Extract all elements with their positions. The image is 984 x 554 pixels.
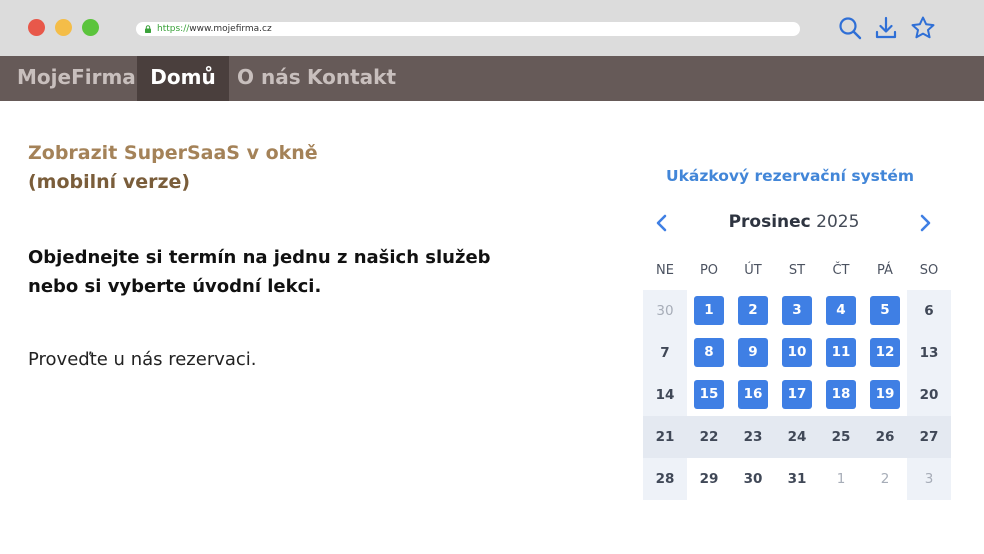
calendar-day-number: 11 [826,338,856,367]
calendar-day: 30 [656,303,674,319]
weekday-label: ČT [832,263,850,278]
weekday-label: SO [919,263,939,278]
calendar-day-available[interactable]: 3 [775,290,819,332]
calendar-day-available[interactable]: 4 [819,290,863,332]
nav-item-about[interactable]: O nás [237,56,301,101]
weekday-label: NE [656,263,674,278]
site-nav: MojeFirma Domů O nás Kontakt [0,56,984,101]
search-icon[interactable] [837,15,863,41]
calendar-day[interactable]: 6 [907,290,951,332]
calendar-day-number: 2 [738,296,768,325]
page-heading: Zobrazit SuperSaaS v okně (mobilní verze… [28,139,318,197]
calendar-day-available[interactable]: 18 [819,374,863,416]
calendar-day-available[interactable]: 1 [687,290,731,332]
page-heading-line2: (mobilní verze) [28,171,191,193]
calendar-day-available[interactable]: 16 [731,374,775,416]
calendar-day-number: 10 [782,338,812,367]
minimize-window-button[interactable] [55,19,72,36]
weekday-label: PÁ [877,263,893,278]
calendar-day[interactable]: 29 [687,458,731,500]
lead-line1: Objednejte si termín na jednu z našich s… [28,247,491,268]
next-month-chevron-icon[interactable] [913,210,937,236]
calendar-weekday-header: NE PO ÚT ST ČT PÁ SO [643,263,951,283]
calendar-day-number: 17 [782,380,812,409]
calendar-day[interactable]: 21 [643,416,687,458]
calendar-day-available[interactable]: 8 [687,332,731,374]
calendar-day-available[interactable]: 12 [863,332,907,374]
calendar-day[interactable]: 25 [819,416,863,458]
lead-line2: nebo si vyberte úvodní lekci. [28,276,322,297]
nav-item-home[interactable]: Domů [137,56,229,101]
url-text: https://www.mojefirma.cz [157,22,272,36]
calendar-month-label: Prosinec 2025 [690,212,898,232]
calendar-day[interactable]: 26 [863,416,907,458]
url-host: www.mojefirma.cz [189,24,272,34]
lock-icon [145,25,151,33]
calendar-day[interactable]: 14 [643,374,687,416]
calendar-day-number: 8 [694,338,724,367]
calendar-day-available[interactable]: 19 [863,374,907,416]
booking-widget-title: Ukázkový rezervační systém [666,167,914,185]
calendar-day: 2 [880,471,890,487]
calendar-month-name: Prosinec [728,212,811,232]
star-icon[interactable] [910,15,936,41]
calendar-day-number: 4 [826,296,856,325]
download-icon[interactable] [873,15,899,41]
calendar-day-number: 1 [694,296,724,325]
browser-toolbar: https://www.mojefirma.cz [0,0,984,56]
calendar-day-available[interactable]: 11 [819,332,863,374]
calendar-day-number: 9 [738,338,768,367]
weekday-label: PO [699,263,719,278]
close-window-button[interactable] [28,19,45,36]
calendar-day[interactable]: 20 [907,374,951,416]
calendar-day-available[interactable]: 17 [775,374,819,416]
weekday-label: ST [788,263,806,278]
calendar-day-number: 5 [870,296,900,325]
calendar-day-number: 19 [870,380,900,409]
maximize-window-button[interactable] [82,19,99,36]
calendar-day: 3 [924,471,934,487]
calendar-year: 2025 [816,212,860,232]
weekday-label: ÚT [744,263,762,278]
calendar-grid: 30 1 2 3 4 5 6 7 8 9 10 11 12 13 14 15 16 17 18 19 20 21 22 23 2… [643,290,951,500]
calendar-day[interactable]: 23 [731,416,775,458]
calendar-day-number: 18 [826,380,856,409]
calendar-day[interactable]: 7 [643,332,687,374]
calendar-day-available[interactable]: 10 [775,332,819,374]
calendar-day-available[interactable]: 15 [687,374,731,416]
prev-month-chevron-icon[interactable] [650,210,674,236]
calendar-day-number: 16 [738,380,768,409]
url-protocol: https:// [157,24,190,34]
calendar-day-available[interactable]: 2 [731,290,775,332]
address-bar[interactable]: https://www.mojefirma.cz [136,22,800,36]
calendar-day-available[interactable]: 5 [863,290,907,332]
calendar-day[interactable]: 30 [731,458,775,500]
calendar-day[interactable]: 27 [907,416,951,458]
calendar-day[interactable]: 22 [687,416,731,458]
calendar-day[interactable]: 13 [907,332,951,374]
lead-text: Objednejte si termín na jednu z našich s… [28,243,528,301]
calendar-day-available[interactable]: 9 [731,332,775,374]
page-heading-line1: Zobrazit SuperSaaS v okně [28,142,318,164]
calendar-day[interactable]: 31 [775,458,819,500]
calendar-day-number: 3 [782,296,812,325]
calendar-day[interactable]: 28 [643,458,687,500]
calendar-day-number: 12 [870,338,900,367]
body-paragraph: Proveďte u nás rezervaci. [28,349,257,370]
brand-logo[interactable]: MojeFirma [17,56,136,101]
calendar-day-number: 15 [694,380,724,409]
calendar-day: 1 [836,471,846,487]
nav-item-contact[interactable]: Kontakt [307,56,396,101]
calendar-day[interactable]: 24 [775,416,819,458]
